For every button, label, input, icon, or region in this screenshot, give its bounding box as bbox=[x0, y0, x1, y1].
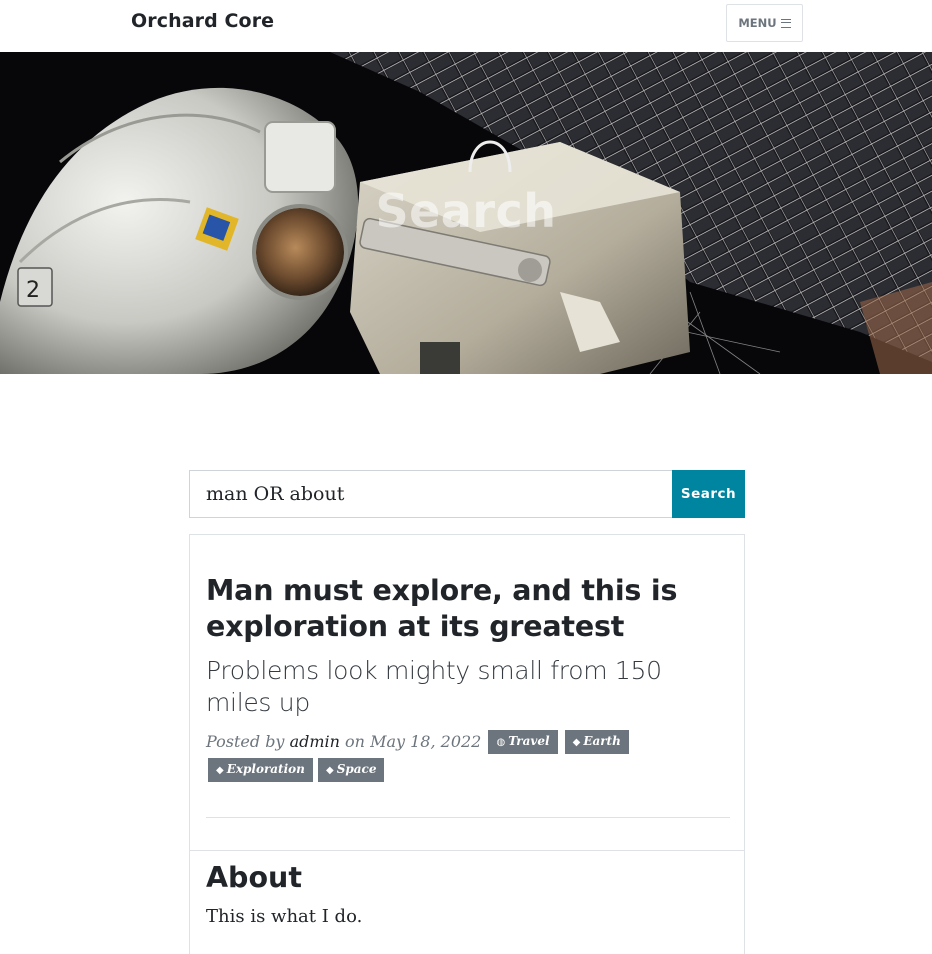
tag-travel[interactable]: ◍ Travel bbox=[488, 730, 558, 754]
tag-exploration[interactable]: ◆ Exploration bbox=[208, 758, 313, 782]
menu-button[interactable]: MENU bbox=[726, 4, 803, 42]
post-meta: Posted by admin on May 18, 2022 ◍ Travel … bbox=[206, 728, 730, 784]
search-input[interactable] bbox=[189, 470, 673, 518]
search-results: Man must explore, and this is exploratio… bbox=[189, 534, 745, 954]
svg-text:2: 2 bbox=[26, 278, 40, 303]
tag-space[interactable]: ◆ Space bbox=[317, 758, 385, 782]
tag-earth[interactable]: ◆ Earth bbox=[564, 730, 629, 754]
tag-label: Exploration bbox=[226, 762, 305, 776]
post-title: Man must explore, and this is exploratio… bbox=[206, 574, 678, 643]
date-prefix: on bbox=[345, 732, 365, 751]
tag-icon: ◆ bbox=[216, 765, 224, 776]
post-link[interactable]: Man must explore, and this is exploratio… bbox=[206, 573, 730, 719]
post-subtitle: Problems look mighty small from 150 mile… bbox=[206, 656, 662, 717]
hero-title: Search bbox=[375, 184, 557, 238]
hamburger-icon bbox=[780, 18, 791, 28]
hero-header: 2 Search bbox=[0, 52, 932, 374]
tag-icon: ◆ bbox=[325, 765, 334, 776]
navbar: Orchard Core MENU bbox=[0, 0, 932, 52]
tag-label: Travel bbox=[508, 734, 550, 748]
page-excerpt: This is what I do. bbox=[206, 906, 363, 927]
result-item: About This is what I do. bbox=[206, 859, 730, 931]
search-button[interactable]: Search bbox=[672, 470, 745, 518]
brand-link[interactable]: Orchard Core bbox=[131, 10, 274, 32]
tag-label: Space bbox=[336, 762, 377, 776]
result-item: Man must explore, and this is exploratio… bbox=[206, 573, 730, 784]
globe-icon: ◍ bbox=[496, 737, 506, 748]
menu-label: MENU bbox=[738, 16, 777, 30]
tag-label: Earth bbox=[583, 734, 621, 748]
page-title: About bbox=[206, 861, 302, 894]
tag-icon: ◆ bbox=[572, 737, 581, 748]
author-link[interactable]: admin bbox=[290, 732, 340, 751]
divider bbox=[206, 817, 730, 818]
search-form: Search bbox=[189, 470, 745, 518]
meta-prefix: Posted by bbox=[206, 732, 285, 751]
post-date: May 18, 2022 bbox=[370, 732, 482, 751]
page-link[interactable]: About bbox=[206, 859, 730, 897]
result-separator bbox=[190, 850, 744, 851]
